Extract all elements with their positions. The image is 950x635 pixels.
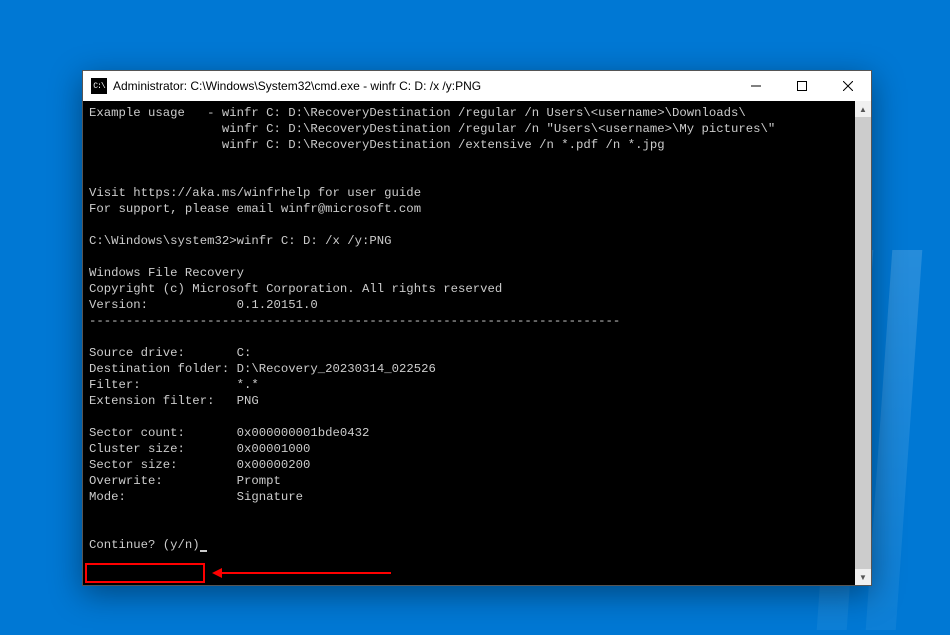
sector-size-value: 0x00000200 <box>237 458 311 472</box>
version-value: 0.1.20151.0 <box>237 298 318 312</box>
terminal-output[interactable]: Example usage - winfr C: D:\RecoveryDest… <box>83 101 871 557</box>
overwrite-label: Overwrite: <box>89 474 163 488</box>
minimize-button[interactable] <box>733 71 779 101</box>
cmd-icon: C:\ <box>91 78 107 94</box>
ext-value: PNG <box>237 394 259 408</box>
close-button[interactable] <box>825 71 871 101</box>
titlebar[interactable]: C:\ Administrator: C:\Windows\System32\c… <box>83 71 871 101</box>
cluster-value: 0x00001000 <box>237 442 311 456</box>
mode-label: Mode: <box>89 490 126 504</box>
dest-label: Destination folder: <box>89 362 229 376</box>
prompt-path: C:\Windows\system32> <box>89 234 237 248</box>
command-text: winfr C: D: /x /y:PNG <box>237 234 392 248</box>
example-2: winfr C: D:\RecoveryDestination /regular… <box>222 122 775 136</box>
app-name: Windows File Recovery <box>89 266 244 280</box>
separator: ----------------------------------------… <box>89 314 620 328</box>
example-usage-label: Example usage - <box>89 106 222 120</box>
source-value: C: <box>237 346 252 360</box>
dest-value: D:\Recovery_20230314_022526 <box>237 362 436 376</box>
overwrite-value: Prompt <box>237 474 281 488</box>
cluster-label: Cluster size: <box>89 442 185 456</box>
ext-label: Extension filter: <box>89 394 214 408</box>
annotation-arrow-line <box>221 572 391 574</box>
maximize-button[interactable] <box>779 71 825 101</box>
support-line: For support, please email winfr@microsof… <box>89 202 421 216</box>
example-3: winfr C: D:\RecoveryDestination /extensi… <box>222 138 665 152</box>
example-1: winfr C: D:\RecoveryDestination /regular… <box>222 106 746 120</box>
cursor <box>200 550 207 552</box>
help-line: Visit https://aka.ms/winfrhelp for user … <box>89 186 421 200</box>
annotation-highlight-box <box>85 563 205 583</box>
scroll-up-icon[interactable]: ▲ <box>855 101 871 117</box>
scrollbar[interactable]: ▲ ▼ <box>855 101 871 585</box>
filter-value: *.* <box>237 378 259 392</box>
mode-value: Signature <box>237 490 303 504</box>
scroll-down-icon[interactable]: ▼ <box>855 569 871 585</box>
continue-prompt[interactable]: Continue? (y/n) <box>89 538 200 552</box>
window-title: Administrator: C:\Windows\System32\cmd.e… <box>113 79 733 93</box>
scroll-thumb[interactable] <box>855 117 871 569</box>
copyright: Copyright (c) Microsoft Corporation. All… <box>89 282 502 296</box>
cmd-window: C:\ Administrator: C:\Windows\System32\c… <box>82 70 872 586</box>
sector-size-label: Sector size: <box>89 458 178 472</box>
filter-label: Filter: <box>89 378 141 392</box>
source-label: Source drive: <box>89 346 185 360</box>
version-label: Version: <box>89 298 148 312</box>
sector-count-value: 0x000000001bde0432 <box>237 426 370 440</box>
sector-count-label: Sector count: <box>89 426 185 440</box>
